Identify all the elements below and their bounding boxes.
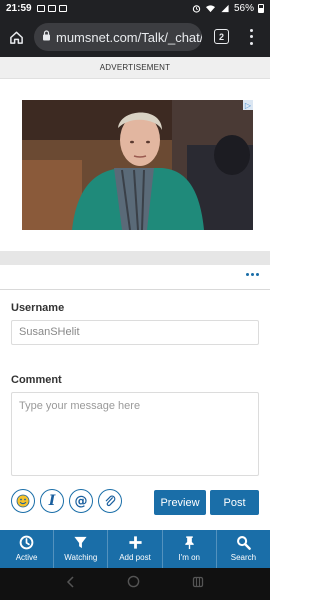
at-icon: @ (74, 493, 88, 509)
browser-menu-button[interactable] (244, 27, 258, 47)
signal-icon (221, 4, 229, 13)
advertisement-area: ▷ (0, 79, 270, 251)
filter-icon (73, 534, 88, 551)
status-bar: 21:59 56% (0, 0, 270, 17)
nav-search[interactable]: Search (217, 530, 270, 568)
tab-switcher-button[interactable]: 2 (214, 29, 229, 44)
pin-icon (182, 534, 197, 551)
nav-label: Add post (119, 553, 151, 562)
clock-icon (19, 534, 34, 551)
message-notification-icon (47, 5, 56, 12)
more-options-icon[interactable] (246, 273, 259, 276)
system-nav-bar (0, 568, 270, 600)
app-notification-icon (58, 5, 67, 12)
lock-icon (42, 28, 51, 46)
smiley-icon (16, 494, 30, 508)
address-bar[interactable]: mumsnet.com/Talk/_chat/4 (34, 23, 202, 51)
home-icon (9, 31, 23, 44)
username-field[interactable]: SusanSHelit (11, 320, 259, 345)
nav-active[interactable]: Active (0, 530, 55, 568)
home-circle-icon[interactable] (127, 575, 140, 593)
bottom-nav: Active Watching Add post I'm on Search (0, 530, 270, 568)
mention-button[interactable]: @ (69, 489, 93, 513)
section-separator (0, 251, 270, 265)
comment-label: Comment (11, 374, 62, 386)
italic-icon: I (48, 493, 56, 509)
italic-button[interactable]: I (40, 489, 64, 513)
browser-toolbar: mumsnet.com/Talk/_chat/4 2 (0, 17, 270, 57)
search-icon (236, 534, 251, 551)
nav-label: Search (230, 553, 257, 562)
home-button[interactable] (0, 17, 32, 57)
nav-add-post[interactable]: Add post (108, 530, 163, 568)
advertisement-label: ADVERTISEMENT (0, 57, 270, 79)
back-icon[interactable] (66, 575, 76, 593)
ad-image[interactable]: ▷ (22, 100, 253, 230)
recents-icon[interactable] (192, 575, 204, 593)
status-right: 56% (192, 3, 264, 14)
url-text: mumsnet.com/Talk/_chat/4 (56, 29, 202, 45)
battery-icon (258, 4, 264, 13)
preview-button[interactable]: Preview (154, 490, 206, 515)
paperclip-icon (105, 495, 115, 506)
nav-label: Active (15, 553, 38, 562)
post-button[interactable]: Post (210, 490, 259, 515)
username-label: Username (11, 302, 65, 314)
plus-icon (128, 534, 143, 551)
battery-percent: 56% (233, 3, 254, 14)
nav-label: I'm on (178, 553, 200, 562)
nav-label: Watching (64, 553, 98, 562)
ad-choices-icon[interactable]: ▷ (243, 100, 253, 110)
status-time: 21:59 (6, 3, 32, 14)
emoji-button[interactable] (11, 489, 35, 513)
divider (0, 289, 270, 290)
comment-textarea[interactable]: Type your message here (11, 392, 259, 476)
wifi-icon (205, 5, 215, 13)
gallery-notification-icon (36, 5, 45, 12)
alarm-icon (192, 5, 201, 13)
attach-button[interactable] (98, 489, 122, 513)
nav-im-on[interactable]: I'm on (163, 530, 217, 568)
nav-watching[interactable]: Watching (54, 530, 109, 568)
